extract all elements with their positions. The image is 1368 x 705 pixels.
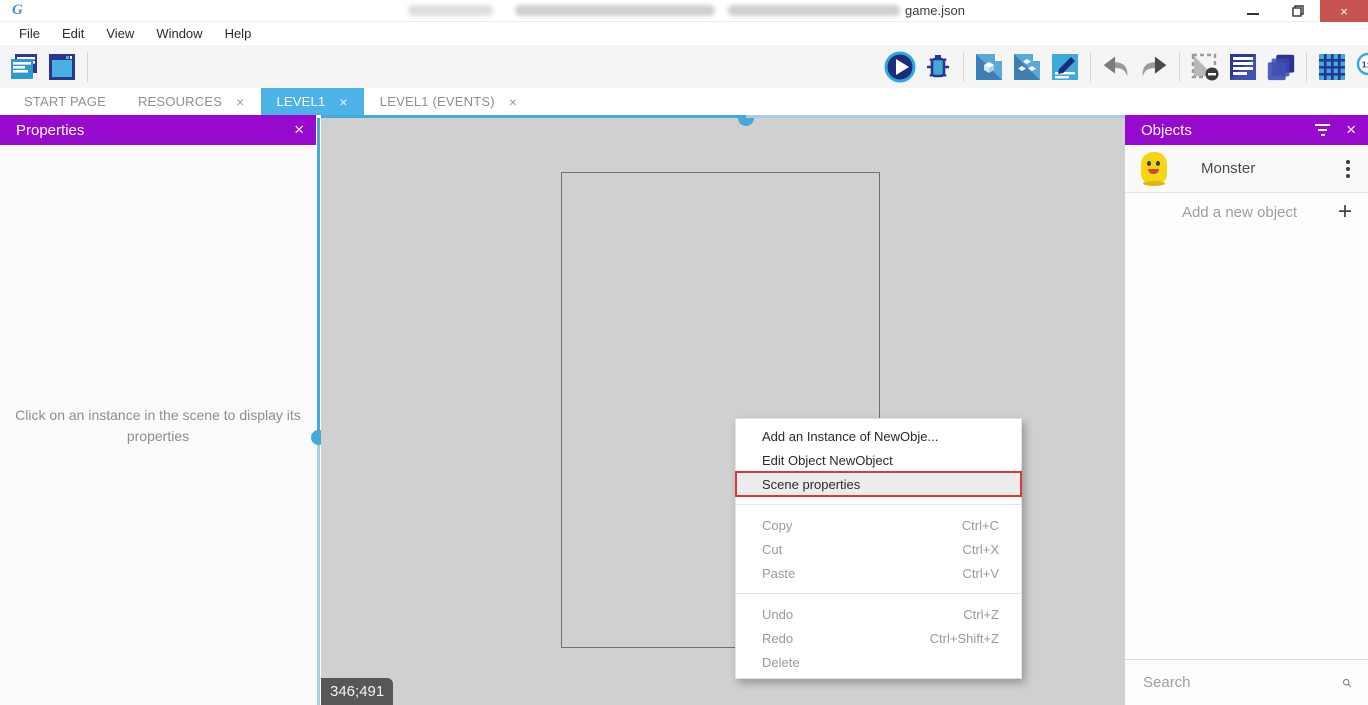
close-icon[interactable]: ×: [1346, 120, 1356, 140]
svg-text:1:1: 1:1: [1362, 59, 1368, 69]
debug-icon[interactable]: [922, 51, 954, 83]
horizontal-scrollbar-track: [746, 115, 1125, 118]
context-menu-item-cut: CutCtrl+X: [736, 537, 1021, 561]
add-object-row[interactable]: Add a new object +: [1125, 193, 1368, 231]
context-menu-item-delete: Delete: [736, 650, 1021, 674]
objects-panel-header: Objects ×: [1125, 115, 1368, 145]
project-manager-icon[interactable]: [46, 51, 78, 83]
monster-thumbnail-icon: [1141, 152, 1167, 186]
close-icon[interactable]: ×: [294, 120, 304, 140]
toolbar: 1:1: [0, 45, 1368, 88]
properties-panel-header: Properties ×: [0, 115, 316, 145]
tab-start-page[interactable]: START PAGE: [8, 88, 122, 115]
export-objects-group-icon[interactable]: [1011, 51, 1043, 83]
tab-close-icon[interactable]: ×: [236, 94, 244, 110]
add-object-label: Add a new object: [1141, 204, 1338, 221]
play-button[interactable]: [884, 51, 916, 83]
menu-bar: File Edit View Window Help: [0, 22, 1368, 45]
tab-resources[interactable]: RESOURCES ×: [122, 88, 261, 115]
redo-icon[interactable]: [1138, 51, 1170, 83]
redacted-title-segment: [515, 5, 715, 16]
menu-window[interactable]: Window: [145, 22, 213, 45]
redacted-title-segment: [408, 5, 493, 16]
context-menu-item-scene-properties[interactable]: Scene properties: [736, 472, 1021, 496]
tab-close-icon[interactable]: ×: [509, 94, 517, 110]
properties-panel-title: Properties: [16, 122, 294, 139]
objects-panel: Objects × Monster Add a new object +: [1125, 115, 1368, 705]
restore-icon: [1292, 5, 1304, 17]
context-menu-item-copy: CopyCtrl+C: [736, 513, 1021, 537]
object-search-bar: [1125, 659, 1368, 705]
search-icon[interactable]: [1342, 673, 1352, 693]
menu-view[interactable]: View: [95, 22, 145, 45]
context-menu-item-redo: RedoCtrl+Shift+Z: [736, 626, 1021, 650]
tab-level1-events[interactable]: LEVEL1 (EVENTS) ×: [364, 88, 533, 115]
toggle-grid-icon[interactable]: [1316, 51, 1348, 83]
toolbar-separator: [1090, 52, 1091, 82]
redacted-title-segment: [728, 5, 900, 16]
objects-panel-title: Objects: [1141, 122, 1315, 139]
divider: [736, 504, 1021, 505]
gdevelop-logo-icon: G: [12, 2, 30, 20]
menu-file[interactable]: File: [8, 22, 51, 45]
plus-icon[interactable]: +: [1338, 202, 1352, 222]
context-menu-item-edit-object[interactable]: Edit Object NewObject: [736, 448, 1021, 472]
close-button[interactable]: ×: [1320, 0, 1368, 22]
toolbar-separator: [1306, 52, 1307, 82]
title-bar: G game.json ×: [0, 0, 1368, 22]
context-menu-item-undo: UndoCtrl+Z: [736, 602, 1021, 626]
toggle-mask-icon[interactable]: [1189, 51, 1221, 83]
search-input[interactable]: [1143, 674, 1342, 691]
cursor-coordinates: 346;491: [321, 678, 393, 705]
edit-scene-properties-icon[interactable]: [1049, 51, 1081, 83]
object-name: Monster: [1201, 160, 1342, 177]
context-menu-item-paste: PasteCtrl+V: [736, 561, 1021, 585]
menu-help[interactable]: Help: [214, 22, 263, 45]
horizontal-scrollbar[interactable]: [321, 115, 1125, 118]
minimize-button[interactable]: [1230, 0, 1275, 22]
instances-list-icon[interactable]: [1227, 51, 1259, 83]
toolbar-separator: [963, 52, 964, 82]
tab-level1[interactable]: LEVEL1 ×: [261, 88, 364, 115]
restore-button[interactable]: [1275, 0, 1320, 22]
toolbar-separator: [87, 52, 88, 82]
toolbar-separator: [1179, 52, 1180, 82]
menu-edit[interactable]: Edit: [51, 22, 95, 45]
filter-icon[interactable]: [1315, 124, 1330, 136]
window-title: game.json: [905, 3, 965, 18]
context-menu-item-add-instance[interactable]: Add an Instance of NewObje...: [736, 424, 1021, 448]
zoom-one-to-one-icon[interactable]: 1:1: [1354, 51, 1368, 83]
tab-close-icon[interactable]: ×: [339, 94, 347, 110]
horizontal-scrollbar-track: [321, 115, 746, 118]
object-list-item-monster[interactable]: Monster: [1125, 145, 1368, 192]
vertical-scrollbar-track: [317, 438, 320, 705]
layers-icon[interactable]: [1265, 51, 1297, 83]
vertical-scrollbar-track: [317, 118, 320, 438]
kebab-menu-icon[interactable]: [1342, 156, 1354, 182]
main-area: Properties × Click on an instance in the…: [0, 115, 1368, 705]
undo-icon[interactable]: [1100, 51, 1132, 83]
export-object-icon[interactable]: [973, 51, 1005, 83]
vertical-scrollbar[interactable]: [317, 115, 320, 705]
properties-empty-message: Click on an instance in the scene to dis…: [14, 405, 302, 447]
context-menu: Add an Instance of NewObje... Edit Objec…: [735, 418, 1022, 679]
start-page-icon[interactable]: [8, 51, 40, 83]
properties-panel: Properties × Click on an instance in the…: [0, 115, 316, 705]
divider: [736, 593, 1021, 594]
tab-bar: START PAGE RESOURCES × LEVEL1 × LEVEL1 (…: [0, 88, 1368, 115]
